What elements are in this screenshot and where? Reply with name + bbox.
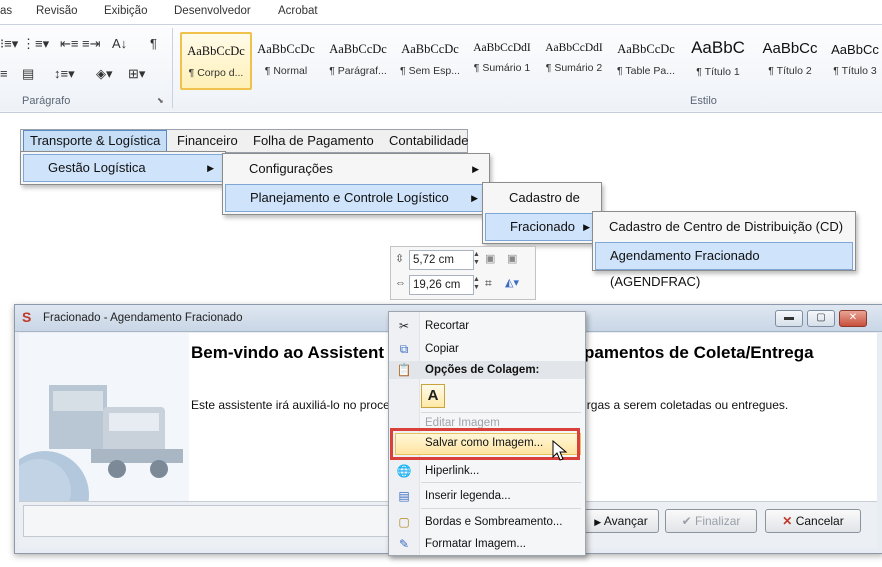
height-spinner-icon[interactable]: ▲ ▼ [473,251,480,267]
image-size-panel: ⇳ 5,72 cm ▲ ▼ ▣ ▣ ⇔ 19,26 cm ▲ ▼ ⌗ ◭▾ [390,246,536,300]
submenu-arrow-icon: ▶ [471,193,478,203]
check-icon: ✔ [681,514,692,528]
menu-contabilidade[interactable]: Contabilidade [383,130,475,152]
submenu-arrow-icon: ▶ [583,222,590,232]
caption-icon: ▤ [398,489,410,503]
align-justify-icon[interactable]: ▤ [22,66,34,82]
style-tile-paragrafo[interactable]: AaBbCcDc ¶ Parágraf... [324,32,392,86]
style-tile-titulo-2[interactable]: AaBbCc ¶ Título 2 [756,32,824,86]
paragraph-group-label: Parágrafo [22,95,71,107]
sort-icon[interactable]: A↓ [112,36,127,51]
hyperlink-icon: 🌐 [396,464,412,478]
style-tile-titulo-3[interactable]: AaBbCc ¶ Título 3 [828,32,882,86]
scissors-icon: ✂ [398,319,410,333]
clipboard-icon: 📋 [396,363,412,377]
dialog-launcher-icon[interactable]: ⬊ [157,96,164,105]
footer-panel [23,505,399,537]
dialog-title: Fracionado - Agendamento Fracionado [43,312,243,324]
copy-icon: ⧉ [399,342,409,356]
cancel-x-icon: ✕ [782,514,793,528]
close-icon[interactable]: ✕ [839,310,867,327]
justify-icon[interactable]: ≡ [0,66,8,81]
menu-separator [421,508,581,509]
borders-icon[interactable]: ⊞▾ [128,66,145,82]
submenu-planejamento: Cadastro de Fracionado ▶ [482,182,602,244]
paste-keep-text-button[interactable]: A [421,384,445,408]
mouse-cursor-icon [552,440,568,461]
menu-item-planejamento[interactable]: Planejamento e Controle Logístico ▶ [225,184,487,212]
bring-forward-icon[interactable]: ▣ [485,252,495,265]
crop-icon[interactable]: ⌗ [485,276,492,291]
menu-item-agendamento-fracionado[interactable]: Agendamento Fracionado (AGENDFRAC) [595,242,853,289]
pilcrow-icon[interactable]: ¶ [150,36,157,51]
send-backward-icon[interactable]: ▣ [507,252,517,265]
next-button[interactable]: ▶ Avançar [583,509,659,533]
menu-item-configuracoes[interactable]: Configurações ▶ [225,156,487,182]
tab-partial[interactable]: as [0,5,12,17]
menu-folha-pagamento[interactable]: Folha de Pagamento [247,130,380,152]
menu-borders-shading[interactable]: Bordas e Sombreamento... [425,516,562,528]
app-logo-icon: S [22,309,32,325]
style-tile-table-paragraph[interactable]: AaBbCcDc ¶ Table Pa... [612,32,680,86]
ribbon-tabs: as Revisão Exibição Desenvolvedor Acroba… [0,0,882,25]
borders-shading-icon: ▢ [398,515,410,529]
style-tile-sumario-2[interactable]: AaBbCcDdI ¶ Sumário 2 [540,32,608,86]
style-tile-normal[interactable]: AaBbCcDc ¶ Normal [252,32,320,86]
ribbon: as Revisão Exibição Desenvolvedor Acroba… [0,0,882,113]
increase-indent-icon[interactable]: ≡⇥ [82,36,100,52]
multilevel-list-icon[interactable]: ⋮≡▾ [22,36,49,52]
wrap-text-icon[interactable]: ◭▾ [505,276,519,289]
format-image-icon: ✎ [398,537,410,551]
submenu-fracionado: Cadastro de Centro de Distribuição (CD) … [592,211,856,289]
menu-item-fracionado[interactable]: Fracionado ▶ [485,213,599,241]
shading-icon[interactable]: ◈▾ [96,66,113,82]
minimize-icon[interactable]: ▬ [775,310,803,327]
menu-item-gestao-logistica[interactable]: Gestão Logística ▶ [23,154,223,182]
app-menubar: Transporte & Logística Financeiro Folha … [20,129,469,153]
next-arrow-icon: ▶ [594,517,602,527]
style-tile-sumario-1[interactable]: AaBbCcDdI ¶ Sumário 1 [468,32,536,86]
menu-format-image[interactable]: Formatar Imagem... [425,538,526,550]
menu-separator [421,482,581,483]
submenu-arrow-icon: ▶ [472,164,479,174]
tab-acrobat[interactable]: Acrobat [278,5,318,17]
menu-cut[interactable]: Recortar [425,320,469,332]
menu-item-cadastro-de[interactable]: Cadastro de [485,185,599,211]
menu-hyperlink[interactable]: Hiperlink... [425,465,479,477]
restore-icon[interactable]: ▢ [807,310,835,327]
bullets-icon[interactable]: ⁝≡▾ [0,36,18,52]
menu-insert-caption[interactable]: Inserir legenda... [425,490,511,502]
submenu-gestao-logistica: Configurações ▶ Planejamento e Controle … [222,153,490,215]
width-input[interactable]: 19,26 cm [409,275,474,295]
decrease-indent-icon[interactable]: ⇤≡ [60,36,78,52]
menu-separator [421,412,581,413]
group-divider [172,28,173,108]
tab-desenvolvedor[interactable]: Desenvolvedor [174,5,251,17]
styles-group-label: Estilo [690,95,717,107]
height-icon: ⇳ [395,253,405,265]
width-icon: ⇔ [395,277,406,289]
width-spinner-icon[interactable]: ▲ ▼ [473,276,480,292]
line-spacing-icon[interactable]: ↕≡▾ [54,66,75,82]
menu-transporte-logistica[interactable]: Transporte & Logística [23,130,168,152]
cancel-button[interactable]: ✕ Cancelar [765,509,861,533]
truck-illustration [19,333,189,501]
menu-copy[interactable]: Copiar [425,343,459,355]
style-tile-corpo[interactable]: AaBbCcDc ¶ Corpo d... [180,32,252,90]
finish-button[interactable]: ✔ Finalizar [665,509,757,533]
menu-financeiro[interactable]: Financeiro [171,130,244,152]
tab-revisao[interactable]: Revisão [36,5,78,17]
style-tile-titulo-1[interactable]: AaBbC ¶ Título 1 [684,32,752,86]
submenu-transporte: Gestão Logística ▶ [20,151,226,185]
paste-options-header: Opções de Colagem: [425,364,540,376]
style-tile-sem-espacamento[interactable]: AaBbCcDc ¶ Sem Esp... [396,32,464,86]
tab-exibicao[interactable]: Exibição [104,5,147,17]
height-input[interactable]: 5,72 cm [409,250,474,270]
menu-item-cadastro-centro-distribuicao[interactable]: Cadastro de Centro de Distribuição (CD) [595,214,853,240]
submenu-arrow-icon: ▶ [207,163,214,173]
